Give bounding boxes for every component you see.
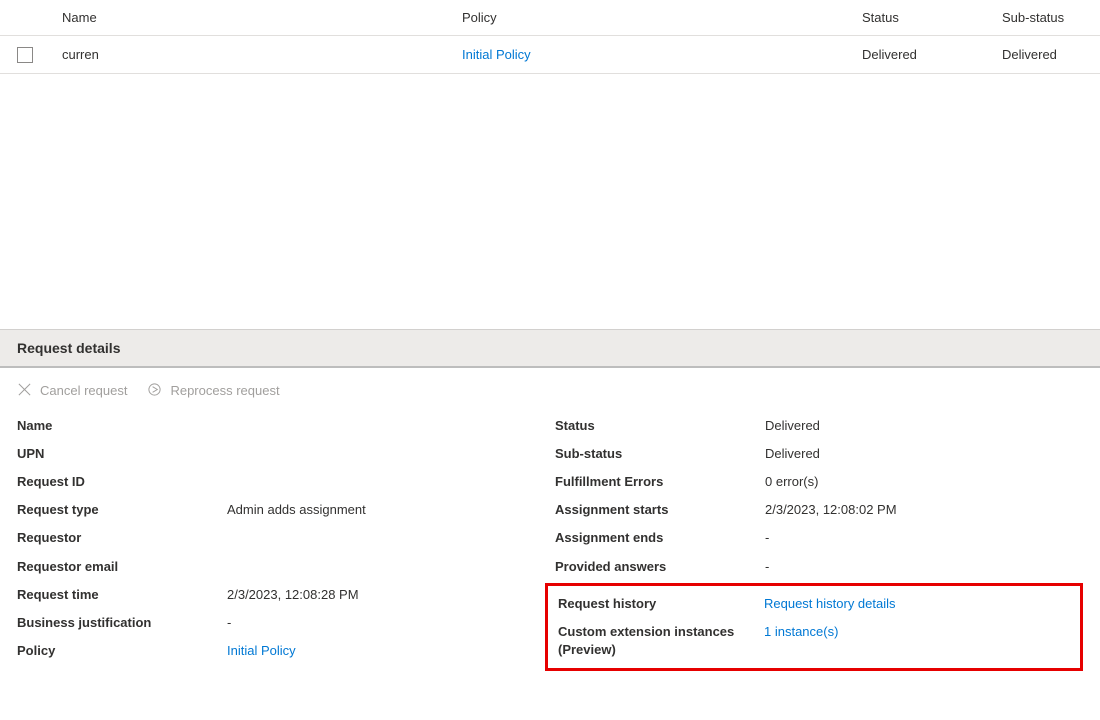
- custom-extension-label: Custom extension instances (Preview): [558, 623, 764, 659]
- close-icon: [17, 382, 32, 400]
- request-time-value: 2/3/2023, 12:08:28 PM: [227, 586, 359, 604]
- reprocess-request-button: Reprocess request: [147, 382, 279, 400]
- request-type-label: Request type: [17, 501, 227, 519]
- name-label: Name: [17, 417, 227, 435]
- details-left-column: Name UPN Request ID Request typeAdmin ad…: [17, 412, 545, 672]
- cancel-request-label: Cancel request: [40, 383, 127, 398]
- fulfillment-errors-label: Fulfillment Errors: [555, 473, 765, 491]
- business-justification-label: Business justification: [17, 614, 227, 632]
- substatus-label: Sub-status: [555, 445, 765, 463]
- details-right-column: StatusDelivered Sub-statusDelivered Fulf…: [555, 412, 1083, 672]
- status-label: Status: [555, 417, 765, 435]
- row-checkbox[interactable]: [17, 47, 33, 63]
- cell-name: curren: [50, 36, 450, 74]
- requests-table-area: Name Policy Status Sub-status curren Ini…: [0, 0, 1100, 74]
- status-value: Delivered: [765, 417, 820, 435]
- substatus-value: Delivered: [765, 445, 820, 463]
- custom-extension-link[interactable]: 1 instance(s): [764, 623, 838, 641]
- request-time-label: Request time: [17, 586, 227, 604]
- provided-answers-label: Provided answers: [555, 558, 765, 576]
- reprocess-request-label: Reprocess request: [170, 383, 279, 398]
- fulfillment-errors-value: 0 error(s): [765, 473, 818, 491]
- request-type-value: Admin adds assignment: [227, 501, 366, 519]
- request-id-label: Request ID: [17, 473, 227, 491]
- upn-label: UPN: [17, 445, 227, 463]
- requestor-email-label: Requestor email: [17, 558, 227, 576]
- table-row[interactable]: curren Initial Policy Delivered Delivere…: [0, 36, 1100, 74]
- details-toolbar: Cancel request Reprocess request: [0, 368, 1100, 412]
- policy-link[interactable]: Initial Policy: [227, 642, 296, 660]
- business-justification-value: -: [227, 614, 231, 632]
- header-substatus[interactable]: Sub-status: [990, 0, 1100, 36]
- assignment-starts-label: Assignment starts: [555, 501, 765, 519]
- request-history-label: Request history: [558, 595, 764, 613]
- details-panel-header: Request details: [0, 329, 1100, 368]
- cell-policy-link[interactable]: Initial Policy: [462, 47, 531, 62]
- requests-table: Name Policy Status Sub-status curren Ini…: [0, 0, 1100, 74]
- cell-substatus: Delivered: [990, 36, 1100, 74]
- highlight-box: Request historyRequest history details C…: [545, 583, 1083, 672]
- assignment-starts-value: 2/3/2023, 12:08:02 PM: [765, 501, 897, 519]
- policy-label: Policy: [17, 642, 227, 660]
- assignment-ends-label: Assignment ends: [555, 529, 765, 547]
- header-checkbox-col: [0, 0, 50, 36]
- details-body: Name UPN Request ID Request typeAdmin ad…: [0, 412, 1100, 692]
- header-policy[interactable]: Policy: [450, 0, 850, 36]
- spacer: [0, 74, 1100, 329]
- provided-answers-value: -: [765, 558, 769, 576]
- requestor-label: Requestor: [17, 529, 227, 547]
- cancel-request-button: Cancel request: [17, 382, 127, 400]
- header-name[interactable]: Name: [50, 0, 450, 36]
- header-status[interactable]: Status: [850, 0, 990, 36]
- cell-status: Delivered: [850, 36, 990, 74]
- reprocess-icon: [147, 382, 162, 400]
- request-history-link[interactable]: Request history details: [764, 595, 896, 613]
- assignment-ends-value: -: [765, 529, 769, 547]
